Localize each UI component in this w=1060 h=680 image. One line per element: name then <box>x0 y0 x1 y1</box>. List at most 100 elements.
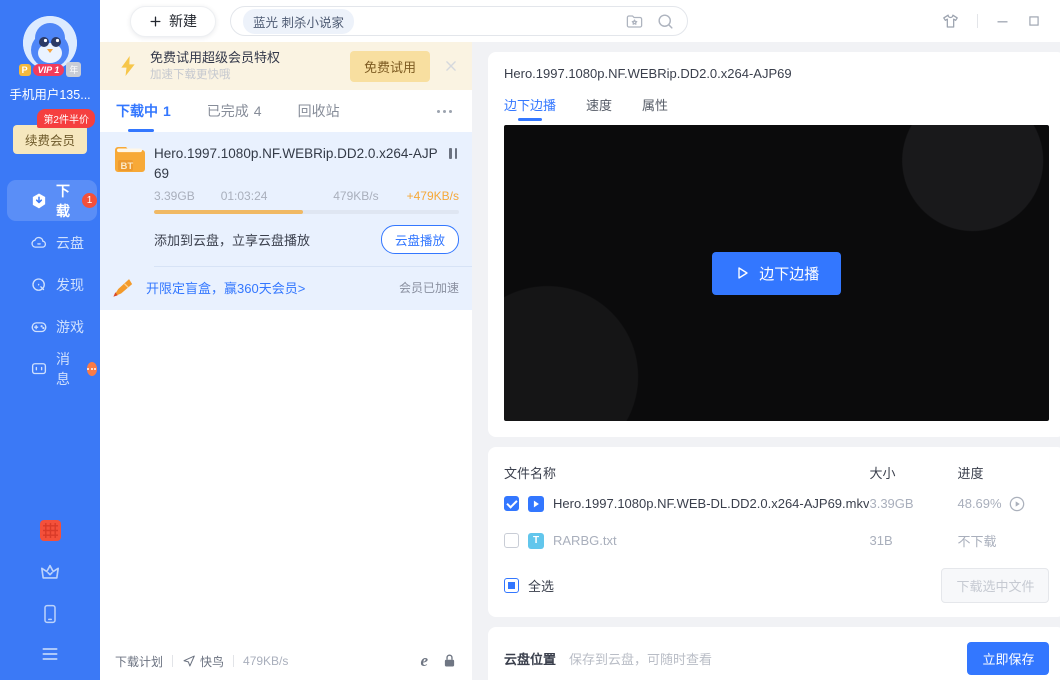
video-preview-area[interactable]: 边下边播 <box>504 125 1049 421</box>
vip-accelerated-status: 会员已加速 <box>399 279 459 296</box>
minimize-icon[interactable] <box>995 14 1010 29</box>
sidebar-nav: 下载 1 云盘 发现 游戏 消息 <box>0 180 100 390</box>
banner-title: 免费试用超级会员特权 <box>150 50 280 66</box>
more-menu-icon[interactable] <box>433 106 456 117</box>
download-task-card[interactable]: BT Hero.1997.1080p.NF.WEBRip.DD2.0.x264-… <box>100 132 472 310</box>
task-title[interactable]: Hero.1997.1080p.NF.WEBRip.DD2.0.x264-AJP… <box>154 144 447 183</box>
file-row-video[interactable]: Hero.1997.1080p.NF.WEB-DL.DD2.0.x264-AJP… <box>504 485 1049 522</box>
sidebar-bottom-tools <box>39 520 61 662</box>
download-plan-link[interactable]: 下载计划 <box>115 653 163 670</box>
ie-browser-icon[interactable]: e <box>420 651 428 671</box>
task-list-panel: 免费试用超级会员特权 加速下载更快哦 免费试用 下载中 1 已完成 4 <box>100 42 472 680</box>
search-icon[interactable] <box>656 12 675 31</box>
renew-vip-button[interactable]: 续费会员 <box>13 125 87 154</box>
video-file-icon <box>528 496 544 512</box>
sidebar-item-cloud[interactable]: 云盘 <box>7 222 97 263</box>
tab-play-while-download[interactable]: 边下边播 <box>504 87 556 121</box>
cloud-play-button[interactable]: 云盘播放 <box>381 225 459 254</box>
file-size: 3.39GB <box>869 496 957 511</box>
username[interactable]: 手机用户135... <box>9 84 90 103</box>
tab-label: 边下边播 <box>504 95 556 114</box>
search-tag[interactable]: 蓝光 刺杀小说家 <box>243 9 354 34</box>
blind-box-promo-link[interactable]: 开限定盲盒，赢360天会员> <box>146 278 305 297</box>
active-tab-underline <box>128 129 154 132</box>
column-size: 大小 <box>869 463 957 482</box>
speed-bird-label: 快鸟 <box>200 653 224 670</box>
svg-text:BT: BT <box>121 161 134 172</box>
select-all-label: 全选 <box>528 576 554 595</box>
tab-completed[interactable]: 已完成 4 <box>207 90 262 132</box>
lightning-icon <box>118 54 138 78</box>
skin-theme-icon[interactable] <box>941 12 960 31</box>
pause-icon[interactable] <box>447 144 459 162</box>
file-checkbox-checked[interactable] <box>504 496 519 511</box>
cloud-location-label: 云盘位置 <box>504 649 556 668</box>
tab-speed[interactable]: 速度 <box>586 87 612 121</box>
gamepad-icon <box>30 318 48 336</box>
topbar: 新建 蓝光 刺杀小说家 <box>100 0 1060 42</box>
vip-badges: P VIP 1 年 <box>19 62 82 77</box>
blind-box-promo-icon <box>111 276 136 299</box>
vip-level-badge[interactable]: VIP 1 <box>33 64 65 76</box>
column-file-name: 文件名称 <box>504 463 869 482</box>
vip-trial-banner[interactable]: 免费试用超级会员特权 加速下载更快哦 免费试用 <box>100 42 472 90</box>
new-task-button[interactable]: 新建 <box>130 6 216 37</box>
file-checkbox-unchecked[interactable] <box>504 533 519 548</box>
phone-icon[interactable] <box>40 603 60 625</box>
file-name: RARBG.txt <box>553 533 617 548</box>
select-all-control[interactable]: 全选 <box>504 576 554 595</box>
save-now-button[interactable]: 立即保存 <box>967 642 1049 675</box>
file-list-header: 文件名称 大小 进度 <box>504 459 1049 485</box>
select-all-checkbox[interactable] <box>504 578 519 593</box>
column-progress: 进度 <box>957 463 1049 482</box>
menu-icon[interactable] <box>40 646 60 662</box>
sidebar-item-download[interactable]: 下载 1 <box>7 180 97 221</box>
circle-play-icon[interactable] <box>1009 496 1025 512</box>
p-badge[interactable]: P <box>19 64 31 76</box>
task-detail-panel: Hero.1997.1080p.NF.WEBRip.DD2.0.x264-AJP… <box>472 42 1060 680</box>
download-selected-button[interactable]: 下载选中文件 <box>941 568 1049 603</box>
player-card: Hero.1997.1080p.NF.WEBRip.DD2.0.x264-AJP… <box>488 52 1060 437</box>
collection-folder-icon[interactable] <box>625 12 644 31</box>
half-price-bubble: 第2件半价 <box>37 109 95 128</box>
file-progress: 48.69% <box>957 496 1001 511</box>
maximize-icon[interactable] <box>1027 14 1041 28</box>
cloud-save-card: 云盘位置 保存到云盘，可随时查看 立即保存 下载链接 magnet:?xt=ur… <box>488 627 1060 680</box>
crown-icon[interactable] <box>39 562 61 582</box>
bt-folder-icon: BT <box>113 144 147 183</box>
task-boost-speed: +479KB/s <box>407 189 459 203</box>
tab-downloading[interactable]: 下载中 1 <box>116 90 171 132</box>
search-input[interactable]: 蓝光 刺杀小说家 <box>230 6 688 36</box>
tab-trash[interactable]: 回收站 <box>298 90 340 132</box>
tab-label: 回收站 <box>298 101 340 121</box>
banner-close-icon[interactable] <box>442 57 460 75</box>
sidebar-item-label: 游戏 <box>56 317 84 337</box>
tab-label: 速度 <box>586 95 612 114</box>
new-task-label: 新建 <box>169 11 197 31</box>
detail-title: Hero.1997.1080p.NF.WEBRip.DD2.0.x264-AJP… <box>504 66 1049 81</box>
sidebar-item-discover[interactable]: 发现 <box>7 264 97 305</box>
tab-properties[interactable]: 属性 <box>642 87 668 121</box>
tab-label: 属性 <box>642 95 668 114</box>
live-grid-icon[interactable] <box>40 520 61 541</box>
download-statusbar: 下载计划 快鸟 479KB/s e <box>100 642 472 680</box>
cloud-location-placeholder: 保存到云盘，可随时查看 <box>569 649 957 668</box>
statusbar-divider <box>233 655 234 667</box>
sidebar-item-label: 下载 <box>56 181 73 221</box>
window-controls <box>941 12 1060 31</box>
speed-bird-link[interactable]: 快鸟 <box>182 653 224 670</box>
sidebar-item-messages[interactable]: 消息 <box>7 348 97 389</box>
banner-subtitle: 加速下载更快哦 <box>150 68 280 82</box>
play-button-label: 边下边播 <box>759 263 819 284</box>
active-tab-underline <box>518 118 542 121</box>
file-name: Hero.1997.1080p.NF.WEB-DL.DD2.0.x264-AJP… <box>553 496 869 511</box>
play-while-download-button[interactable]: 边下边播 <box>712 252 841 295</box>
task-time-remaining: 01:03:24 <box>221 189 268 203</box>
detail-tabs: 边下边播 速度 属性 <box>504 87 1049 121</box>
window-controls-divider <box>977 14 978 28</box>
download-count-badge: 1 <box>82 193 97 208</box>
sidebar-item-games[interactable]: 游戏 <box>7 306 97 347</box>
lock-icon[interactable] <box>442 653 457 669</box>
file-row-text[interactable]: T RARBG.txt 31B 不下载 <box>504 522 1049 559</box>
free-trial-button[interactable]: 免费试用 <box>350 51 430 82</box>
